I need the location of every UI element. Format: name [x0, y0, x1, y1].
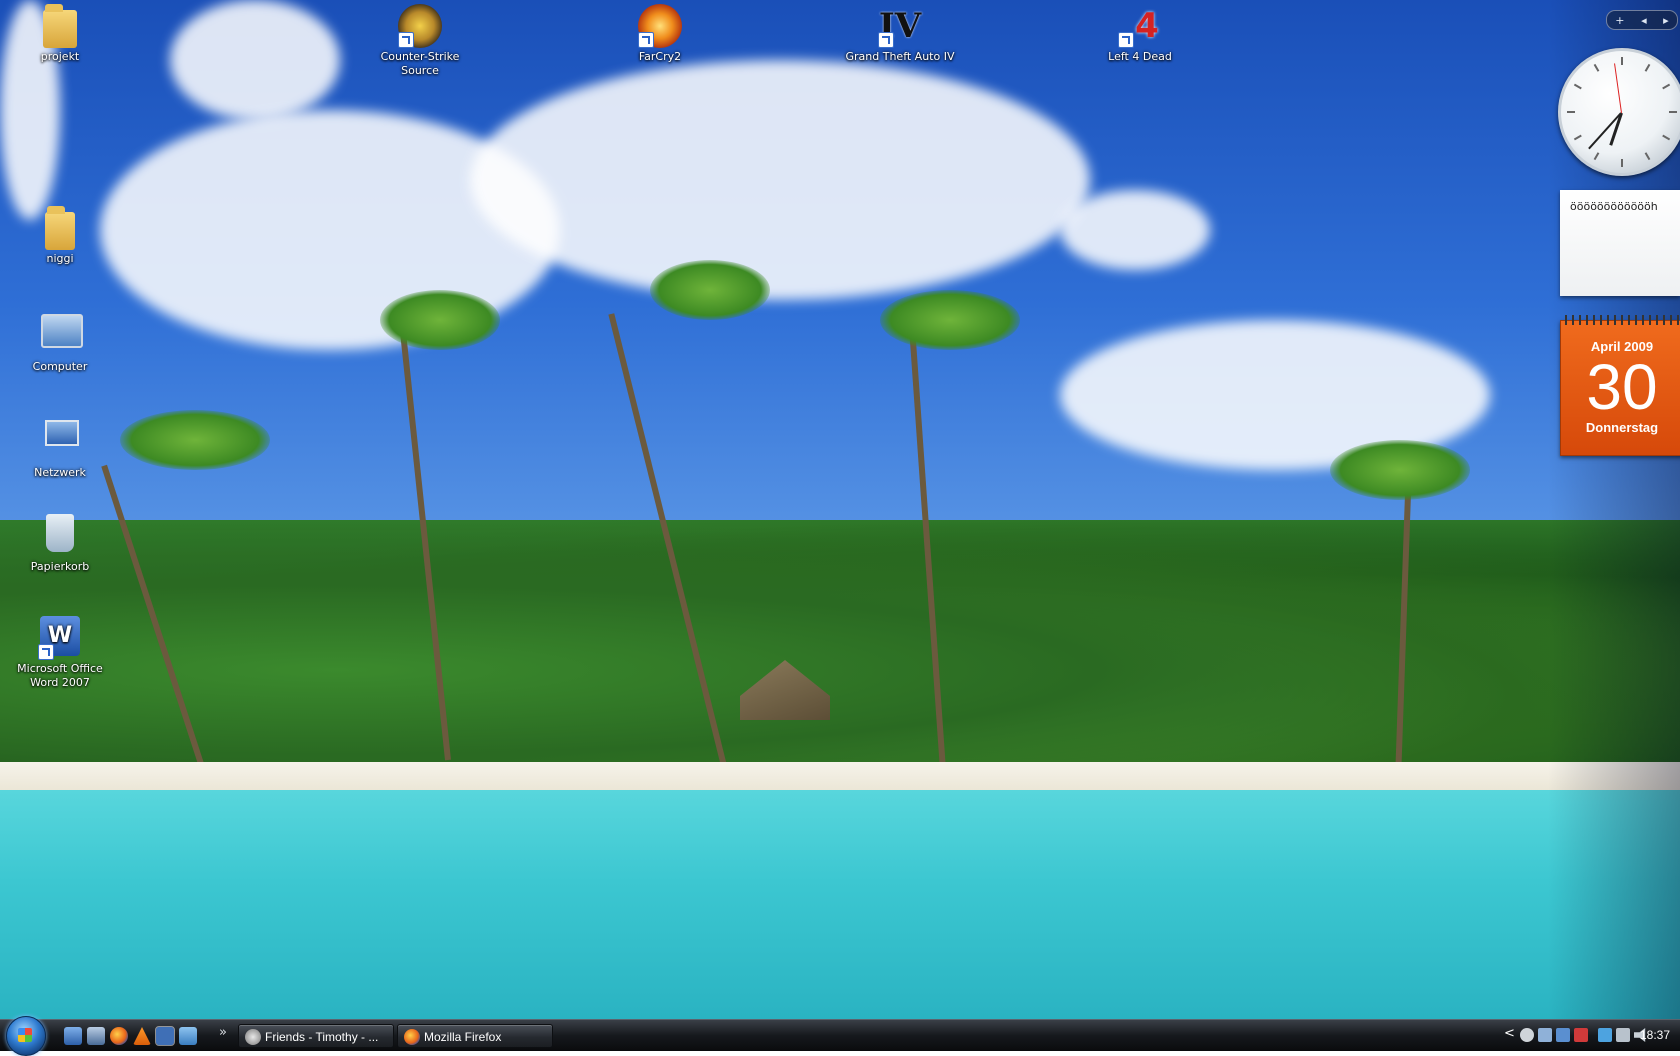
- clock-tick: [1621, 57, 1623, 65]
- desktop[interactable]: projekt niggi Computer Netzwerk Papierko…: [0, 0, 1680, 1019]
- desktop-icon-label: niggi: [46, 252, 74, 265]
- clock-tick: [1593, 63, 1600, 72]
- task-steam-friends[interactable]: Friends - Timothy - ...: [238, 1024, 394, 1048]
- sidebar-controls: + ◂ ▸: [1606, 10, 1678, 30]
- show-desktop-icon[interactable]: [64, 1027, 82, 1045]
- app-tray-icon[interactable]: [1556, 1028, 1570, 1042]
- windows-sidebar: + ◂ ▸ ööööööööööööh April 2009 30 Donner…: [1548, 0, 1680, 1019]
- notes-gadget[interactable]: ööööööööööööh: [1560, 190, 1680, 296]
- computer-icon: [41, 314, 83, 348]
- task-mozilla-firefox[interactable]: Mozilla Firefox: [397, 1024, 553, 1048]
- network-tray-icon[interactable]: [1538, 1028, 1552, 1042]
- desktop-icon-niggi[interactable]: niggi: [0, 206, 120, 266]
- desktop-icon-label: Netzwerk: [34, 466, 86, 479]
- wallpaper: [0, 0, 1680, 1019]
- farcry2-icon: [638, 4, 682, 48]
- previous-page-button[interactable]: ◂: [1641, 14, 1647, 27]
- clock-tick: [1662, 83, 1671, 90]
- desktop-icon-label: Left 4 Dead: [1108, 50, 1172, 63]
- desktop-icon-label: Papierkorb: [30, 560, 90, 573]
- task-label: Mozilla Firefox: [424, 1030, 502, 1044]
- gta-iv-icon: IV: [878, 4, 922, 48]
- desktop-icon-label: Microsoft Office Word 2007: [17, 662, 103, 689]
- clock-tick: [1662, 134, 1671, 141]
- shortcut-arrow-icon: [38, 644, 54, 660]
- vlc-icon[interactable]: [133, 1027, 151, 1045]
- desktop-icon-computer[interactable]: Computer: [0, 310, 120, 374]
- desktop-icon-label: Counter-Strike Source: [380, 50, 460, 77]
- calendar-gadget[interactable]: April 2009 30 Donnerstag: [1560, 315, 1680, 456]
- clock-tick: [1669, 111, 1677, 113]
- desktop-icon-gta-iv[interactable]: IV Grand Theft Auto IV: [840, 4, 960, 64]
- add-gadget-button[interactable]: +: [1615, 14, 1624, 27]
- calendar-rings: [1565, 315, 1679, 325]
- calendar-day: 30: [1586, 351, 1658, 423]
- clock-tick: [1567, 111, 1575, 113]
- switch-windows-icon[interactable]: [87, 1027, 105, 1045]
- next-page-button[interactable]: ▸: [1663, 14, 1669, 27]
- recycle-bin-icon: [46, 514, 74, 552]
- start-button[interactable]: [6, 1016, 46, 1056]
- clock-tick: [1644, 152, 1651, 161]
- desktop-icon-farcry2[interactable]: FarCry2: [600, 4, 720, 64]
- system-tray: < 18:37: [1400, 1020, 1680, 1051]
- desktop-icon-projekt[interactable]: projekt: [0, 4, 120, 64]
- connection-tray-icon[interactable]: [1616, 1028, 1630, 1042]
- folder-icon: [43, 4, 77, 48]
- network-icon: [45, 420, 79, 446]
- clock-tick: [1573, 134, 1582, 141]
- folder-icon: [45, 206, 75, 250]
- desktop-icon-label: FarCry2: [638, 50, 682, 63]
- task-label: Friends - Timothy - ...: [265, 1030, 379, 1044]
- display-tray-icon[interactable]: [1598, 1028, 1612, 1042]
- quick-launch-overflow-button[interactable]: »: [219, 1025, 227, 1040]
- clock-tick: [1644, 63, 1651, 72]
- counter-strike-icon: [398, 4, 442, 48]
- security-tray-icon[interactable]: [1574, 1028, 1588, 1042]
- calendar-weekday: Donnerstag: [1585, 420, 1659, 435]
- steam-icon: [245, 1029, 261, 1045]
- clock-gadget[interactable]: [1558, 48, 1680, 176]
- desktop-icon-label: Computer: [32, 360, 88, 373]
- desktop-icon-left-4-dead[interactable]: 4 Left 4 Dead: [1080, 4, 1200, 64]
- desktop-icon-word-2007[interactable]: W Microsoft Office Word 2007: [0, 616, 120, 690]
- firefox-icon[interactable]: [110, 1027, 128, 1045]
- clock-second-hand: [1614, 63, 1622, 114]
- desktop-icon-label: Grand Theft Auto IV: [845, 50, 955, 63]
- left-4-dead-icon: 4: [1118, 4, 1162, 48]
- taskbar-clock[interactable]: 18:37: [1640, 1028, 1670, 1042]
- firefox-icon: [404, 1029, 420, 1045]
- note-text: ööööööööööööh: [1570, 200, 1658, 213]
- shortcut-arrow-icon: [638, 32, 654, 48]
- shortcut-arrow-icon: [398, 32, 414, 48]
- taskbar: » Friends - Timothy - ... Mozilla Firefo…: [0, 1016, 1680, 1056]
- show-hidden-icons-button[interactable]: <: [1504, 1026, 1515, 1041]
- desktop-icon-label: projekt: [40, 50, 80, 63]
- desktop-icon-netzwerk[interactable]: Netzwerk: [0, 412, 120, 480]
- clock-tick: [1593, 152, 1600, 161]
- active-window-icon[interactable]: [155, 1026, 175, 1046]
- clock-tick: [1573, 83, 1582, 90]
- steam-tray-icon[interactable]: [1520, 1028, 1534, 1042]
- left-4-dead-glyph: 4: [1135, 6, 1159, 46]
- shortcut-arrow-icon: [878, 32, 894, 48]
- desktop-icon-papierkorb[interactable]: Papierkorb: [0, 514, 120, 574]
- desktop-icon-counter-strike-source[interactable]: Counter-Strike Source: [360, 4, 480, 78]
- clock-tick: [1621, 159, 1623, 167]
- app-icon[interactable]: [179, 1027, 197, 1045]
- shortcut-arrow-icon: [1118, 32, 1134, 48]
